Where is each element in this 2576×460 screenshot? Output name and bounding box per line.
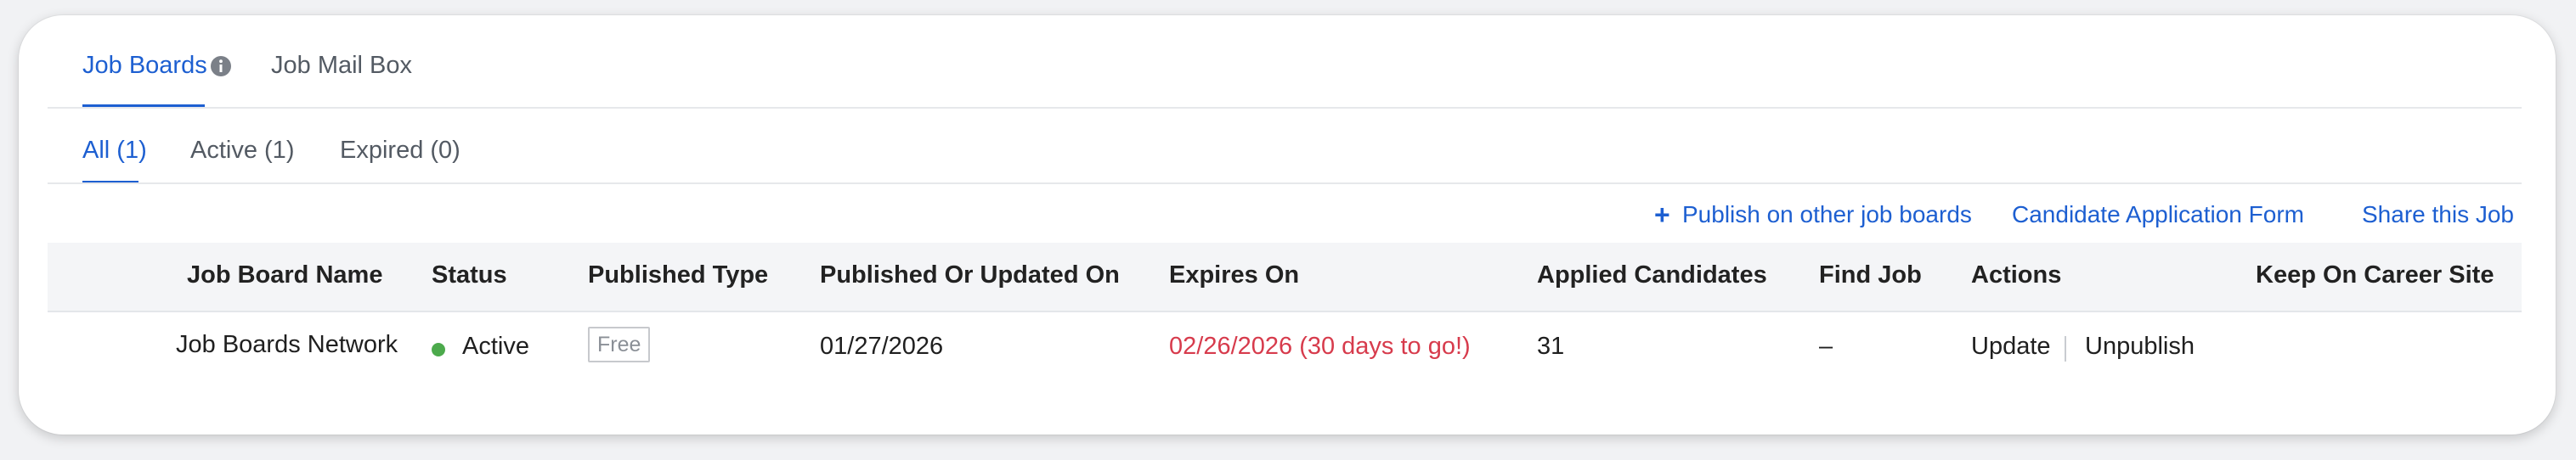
status-value: Active [462,333,529,360]
published-type-badge: Free [588,327,651,362]
info-icon[interactable] [210,55,232,77]
subtab-all[interactable]: All (1) [82,137,147,165]
tab-job-mail-box[interactable]: Job Mail Box [271,52,412,80]
share-job-link[interactable]: Share this Job [2362,201,2514,228]
tab-job-boards[interactable]: Job Boards [82,52,207,80]
expires-on-value: 02/26/2026 (30 days to go!) [1169,333,1471,360]
find-job-value: – [1819,333,1833,360]
tabs-divider [48,107,2522,109]
header-status: Status [432,261,507,289]
header-applied-candidates: Applied Candidates [1537,261,1767,289]
candidate-application-form-link[interactable]: Candidate Application Form [2012,201,2304,228]
job-boards-panel: Job Boards Job Mail Box All (1) Active (… [19,15,2556,435]
actions-separator [2065,336,2066,362]
subtab-active[interactable]: Active (1) [190,137,294,165]
header-keep-on-career-site: Keep On Career Site [2256,261,2494,289]
subtab-expired[interactable]: Expired (0) [340,137,460,165]
header-published-on: Published Or Updated On [820,261,1120,289]
status-dot [432,343,445,356]
header-expires-on: Expires On [1169,261,1300,289]
header-find-job: Find Job [1819,261,1922,289]
header-job-board-name: Job Board Name [187,261,383,289]
job-board-name-link[interactable]: Job Boards Network [176,331,398,359]
plus-icon[interactable]: + [1654,199,1670,231]
header-published-type: Published Type [588,261,769,289]
subtabs-divider [48,182,2522,184]
publish-other-boards-link[interactable]: Publish on other job boards [1682,201,1972,228]
applied-candidates-value: 31 [1537,333,1565,360]
unpublish-link[interactable]: Unpublish [2085,333,2195,361]
header-actions: Actions [1971,261,2062,289]
published-on-value: 01/27/2026 [820,333,944,360]
update-link[interactable]: Update [1971,333,2051,361]
